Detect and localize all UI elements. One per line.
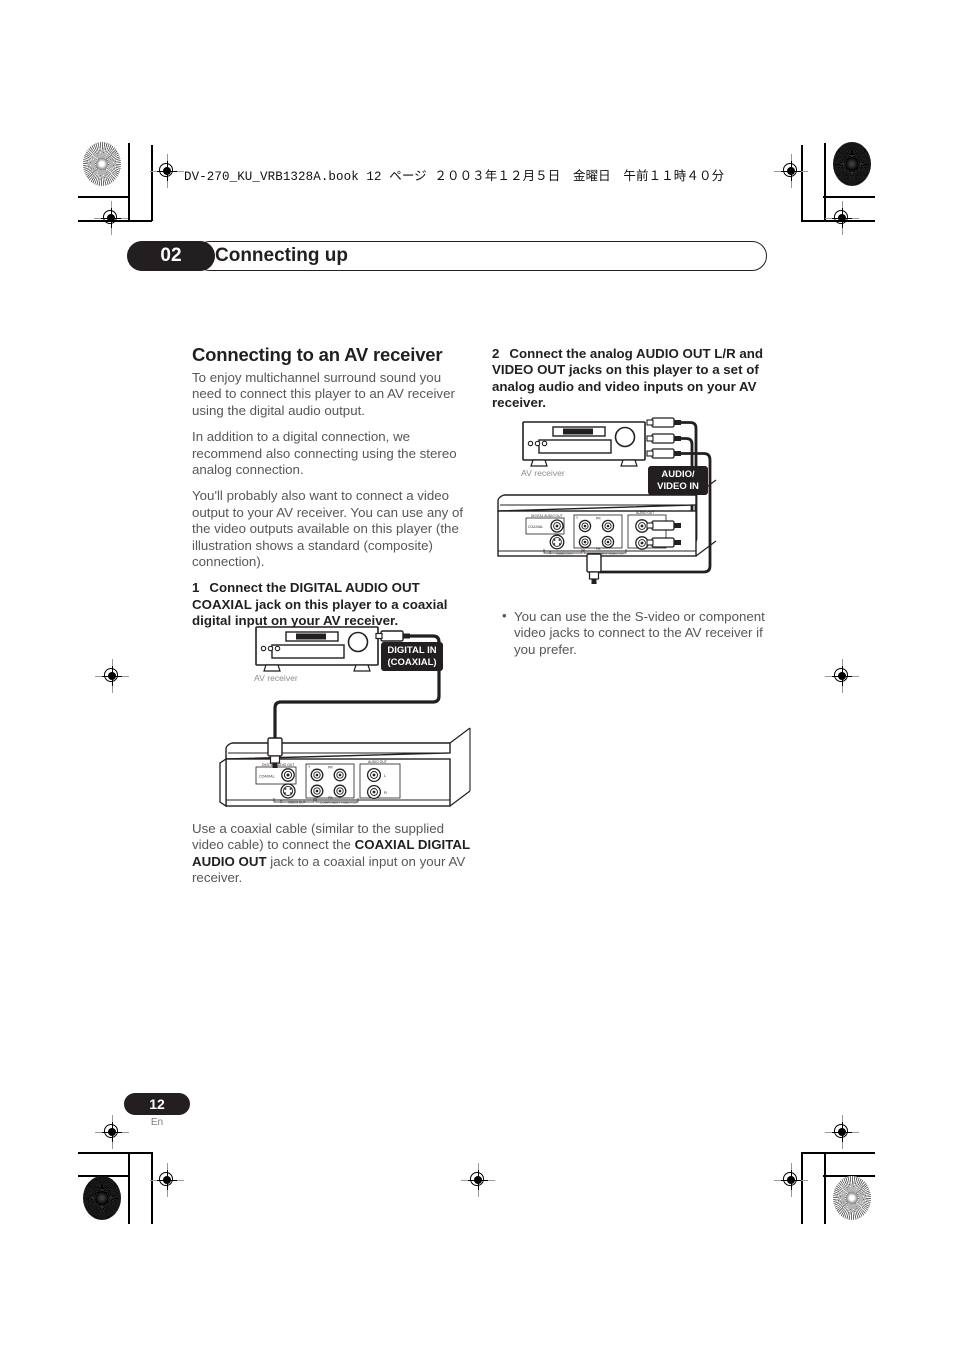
document-page: DV-270_KU_VRB1328A.book 12 ページ ２００３年１２月５… — [0, 0, 954, 1351]
registration-target-bottom-right — [774, 1163, 808, 1197]
registration-target-upper-right — [825, 201, 859, 235]
audio-video-in-badge: AUDIO/ VIDEO IN — [648, 466, 708, 495]
registration-star-top-left — [83, 142, 121, 186]
crop-mark — [151, 145, 153, 221]
svg-text:VIDEO OUT: VIDEO OUT — [288, 801, 306, 805]
chapter-number: 02 — [127, 241, 215, 271]
svg-text:COMPONENT VIDEO OUT: COMPONENT VIDEO OUT — [320, 801, 358, 805]
note-item: You can use the the S-video or component… — [502, 608, 772, 658]
intro-paragraph-1: To enjoy multichannel surround sound you… — [192, 370, 455, 418]
registration-target-left-middle — [95, 659, 129, 693]
crop-mark — [78, 196, 130, 198]
figure-1-illustration: DIGITAL AUDIO OUT COAXIAL S VIDEO OUT Y … — [219, 626, 471, 808]
figure-1-caption-block: Use a coaxial cable (similar to the supp… — [192, 821, 472, 897]
svg-text:PB: PB — [328, 796, 333, 800]
figure-coaxial-digital-connection: DIGITAL AUDIO OUT COAXIAL S VIDEO OUT Y … — [218, 616, 483, 816]
svg-text:R: R — [384, 790, 387, 795]
digital-in-badge-line1: DIGITAL IN — [387, 645, 437, 656]
crop-mark — [823, 196, 875, 198]
registration-target-top-left — [150, 154, 184, 188]
audio-video-badge-line1: AUDIO/ — [661, 469, 695, 480]
figure-1-caption: Use a coaxial cable (similar to the supp… — [192, 821, 472, 887]
book-file-header: DV-270_KU_VRB1328A.book 12 ページ ２００３年１２月５… — [184, 170, 725, 184]
crop-mark — [128, 143, 130, 221]
registration-target-bottom-center — [461, 1163, 495, 1197]
svg-text:VIDEO OUT: VIDEO OUT — [556, 552, 573, 556]
right-column: 2 Connect the analog AUDIO OUT L/R and VI… — [492, 346, 770, 418]
crop-mark — [824, 143, 826, 221]
svg-text:COAXIAL: COAXIAL — [259, 775, 275, 779]
crop-mark — [128, 1152, 130, 1224]
av-receiver-label-2: AV receiver — [521, 468, 565, 478]
digital-in-coaxial-badge: DIGITAL IN (COAXIAL) — [381, 642, 443, 671]
registration-star-bottom-left — [83, 1176, 121, 1220]
crop-mark — [801, 1152, 875, 1154]
digital-in-badge-line2: (COAXIAL) — [387, 656, 437, 668]
svg-text:DIGITAL AUDIO OUT: DIGITAL AUDIO OUT — [531, 514, 563, 518]
registration-target-right-middle — [825, 659, 859, 693]
registration-star-top-right — [833, 142, 871, 186]
step-1-number: 1 — [192, 580, 200, 596]
registration-target-upper-left — [94, 201, 128, 235]
svg-text:PR: PR — [328, 766, 333, 770]
chapter-bar: 02 Connecting up — [127, 241, 767, 271]
crop-mark — [78, 1152, 152, 1154]
step-2: 2 Connect the analog AUDIO OUT L/R and VI… — [492, 346, 770, 412]
av-receiver-label: AV receiver — [254, 673, 298, 683]
step-2-number: 2 — [492, 346, 500, 361]
audio-video-badge-line2: VIDEO IN — [657, 480, 699, 492]
registration-target-bottom-left — [150, 1163, 184, 1197]
svg-text:AUDIO OUT: AUDIO OUT — [368, 760, 387, 764]
intro-paragraph-3: You'll probably also want to connect a v… — [192, 488, 464, 570]
registration-star-bottom-right — [833, 1176, 871, 1220]
crop-mark — [151, 1152, 153, 1224]
step-2-text: Connect the analog AUDIO OUT L/R and VID… — [492, 346, 764, 411]
figure-analog-av-connection: DIGITAL AUDIO OUT COAXIAL S VIDEO OUT Y … — [496, 416, 731, 591]
note-list: You can use the the S-video or component… — [500, 608, 772, 658]
svg-text:PR: PR — [596, 517, 601, 521]
page-title: Connecting to an AV receiver — [192, 344, 443, 365]
intro-paragraph-2: In addition to a digital connection, we … — [192, 429, 457, 478]
crop-mark — [824, 1152, 826, 1224]
chapter-title: Connecting up — [215, 245, 348, 266]
figure-2-notes: You can use the the S-video or component… — [500, 608, 772, 662]
svg-text:AUDIO OUT: AUDIO OUT — [636, 511, 654, 515]
registration-target-lower-right — [825, 1115, 859, 1149]
registration-target-lower-left — [95, 1115, 129, 1149]
registration-target-top-right — [774, 154, 808, 188]
page-number-badge: 12 — [124, 1093, 190, 1115]
svg-text:COAXIAL: COAXIAL — [528, 525, 543, 529]
figure-2-illustration: DIGITAL AUDIO OUT COAXIAL S VIDEO OUT Y … — [497, 417, 717, 584]
left-column: Connecting to an AV receiver To enjoy mu… — [192, 344, 470, 636]
page-language-label: En — [150, 1117, 164, 1128]
